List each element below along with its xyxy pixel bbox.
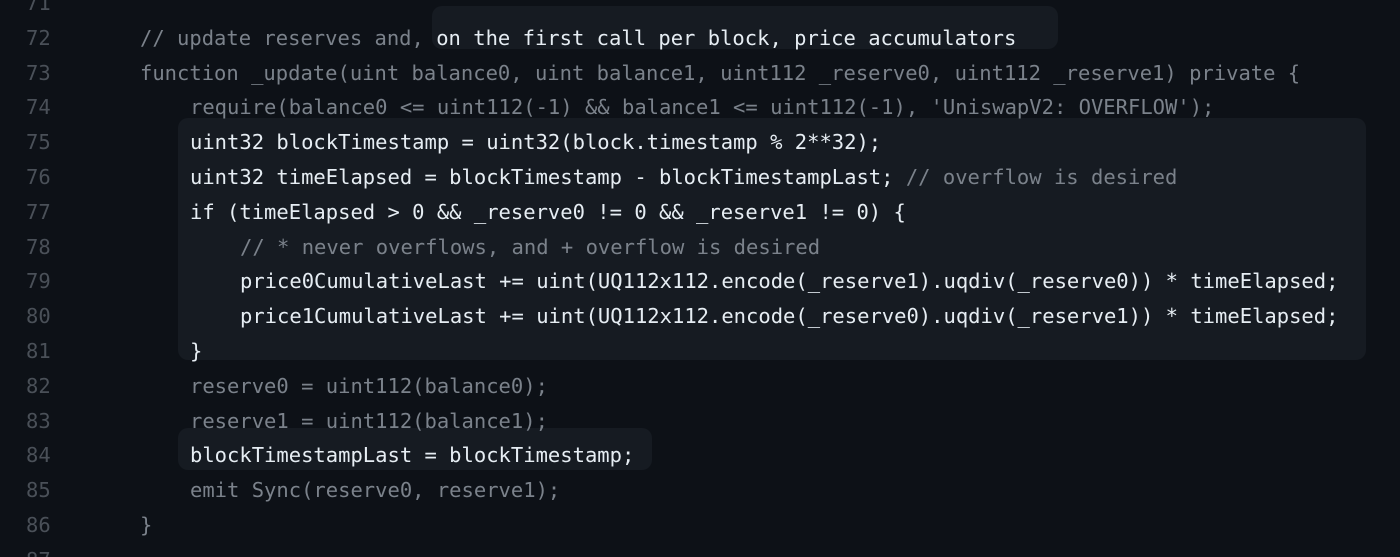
- code-line-75: 75 uint32 blockTimestamp = uint32(block.t…: [0, 125, 1400, 160]
- line-number: 87: [26, 543, 76, 557]
- code-text: price1CumulativeLast += uint(UQ112x112.e…: [240, 304, 1339, 329]
- code-text: uint32 blockTimestamp = uint32(block.tim…: [190, 130, 882, 155]
- code-line-81: 81}: [0, 334, 1400, 369]
- code-line-84: 84 blockTimestampLast = blockTimestamp;: [0, 438, 1400, 473]
- line-number: 71: [26, 0, 51, 15]
- code-line-77: 77 if (timeElapsed > 0 && _reserve0 != 0 …: [0, 195, 1400, 230]
- code-segment: uint32 timeElapsed = blockTimestamp - bl…: [190, 165, 906, 189]
- code-text: }: [140, 513, 153, 537]
- code-editor: 71 72 // update reserves and, on the first…: [0, 0, 1400, 557]
- code-line-79: 79 price0CumulativeLast += uint(UQ112x112…: [0, 264, 1400, 299]
- line-number: 83: [26, 408, 51, 433]
- line-number: 77: [26, 199, 51, 224]
- line-number: 79: [26, 269, 51, 294]
- code-line-71: 71: [0, 0, 1400, 21]
- code-text: require(balance0 <= uint112(-1) && balan…: [190, 95, 1215, 120]
- code-line-86: 86}: [0, 508, 1400, 543]
- code-line-85: 85 emit Sync(reserve0, reserve1);: [0, 473, 1400, 508]
- line-number: 86: [26, 513, 51, 537]
- code-line-87: 87: [0, 543, 1400, 557]
- line-number: 78: [26, 234, 51, 259]
- code-text: blockTimestampLast = blockTimestamp;: [190, 443, 635, 468]
- line-number: 81: [26, 339, 51, 363]
- code-line-83: 83 reserve1 = uint112(balance1);: [0, 404, 1400, 439]
- line-number: 74: [26, 95, 51, 120]
- code-text: reserve1 = uint112(balance1);: [190, 408, 548, 433]
- line-number: 85: [26, 478, 51, 503]
- code-text: if (timeElapsed > 0 && _reserve0 != 0 &&…: [190, 199, 906, 224]
- code-text: function _update(uint balance0, uint bal…: [140, 60, 1301, 85]
- line-number: 76: [26, 165, 51, 189]
- code-text: // * never overflows, and + overflow is …: [240, 230, 820, 265]
- code-line-82: 82 reserve0 = uint112(balance0);: [0, 369, 1400, 404]
- line-number: 73: [26, 60, 51, 85]
- line-number: 72: [26, 25, 51, 50]
- code-segment: // update reserves and,: [140, 25, 437, 50]
- code-line-74: 74 require(balance0 <= uint112(-1) && bal…: [0, 90, 1400, 125]
- code-line-76: 76 uint32 timeElapsed = blockTimestamp - …: [0, 160, 1400, 195]
- code-text: reserve0 = uint112(balance0);: [190, 373, 548, 398]
- code-text: emit Sync(reserve0, reserve1);: [190, 478, 561, 503]
- code-text: }: [190, 339, 203, 363]
- line-number: 75: [26, 130, 51, 155]
- line-number: 82: [26, 373, 51, 398]
- code-text: // update reserves and, on the first cal…: [140, 21, 1016, 56]
- code-text: price0CumulativeLast += uint(UQ112x112.e…: [240, 269, 1339, 294]
- code-segment: on the first call per block, price accum…: [436, 25, 1017, 50]
- code-segment: // overflow is desired: [905, 165, 1178, 189]
- line-number: 80: [26, 304, 51, 329]
- code-line-73: 73 function _update(uint balance0, uint b…: [0, 56, 1400, 91]
- code-line-72: 72 // update reserves and, on the first c…: [0, 21, 1400, 56]
- line-number: 84: [26, 443, 51, 468]
- code-text: uint32 timeElapsed = blockTimestamp - bl…: [190, 160, 1177, 195]
- code-segment: // * never overflows, and + overflow is …: [240, 234, 821, 259]
- code-line-78: 78 // * never overflows, and + overflow i…: [0, 230, 1400, 265]
- code-line-80: 80 price1CumulativeLast += uint(UQ112x112…: [0, 299, 1400, 334]
